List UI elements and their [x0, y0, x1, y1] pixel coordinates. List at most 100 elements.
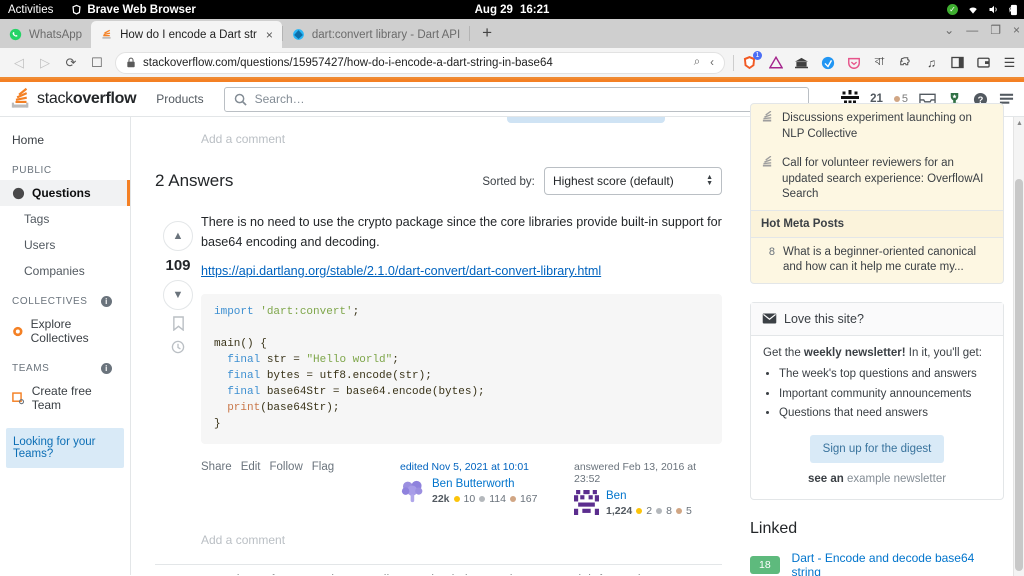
linked-title: Linked: [750, 520, 798, 538]
team-square-icon: [12, 391, 25, 404]
sidebar-item-users[interactable]: Users: [0, 232, 130, 258]
chevron-updown-icon: ▲ ▼: [706, 174, 713, 187]
answer-item-2: ▲ It requires a few steps, but encoding …: [155, 565, 740, 575]
sort-select[interactable]: Highest score (default) ▲ ▼: [544, 167, 722, 195]
maximize-button[interactable]: ❐: [990, 23, 1001, 37]
sidebar-item-companies[interactable]: Companies: [0, 258, 130, 284]
hot-network-card: Discussions experiment launching on NLP …: [750, 103, 1004, 284]
forward-button[interactable]: ▷: [32, 50, 58, 76]
address-bar[interactable]: stackoverflow.com/questions/15957427/how…: [115, 51, 725, 74]
linked-question-title[interactable]: Dart - Encode and decode base64 string: [792, 551, 1004, 576]
os-clock[interactable]: Aug 29 16:21: [475, 4, 550, 16]
answer-external-link[interactable]: https://api.dartlang.org/stable/2.1.0/da…: [201, 264, 601, 278]
sidebar-item-create-free-team[interactable]: Create free Team: [0, 378, 130, 418]
user-name[interactable]: Ben: [606, 490, 692, 504]
example-newsletter-link[interactable]: example newsletter: [847, 473, 946, 485]
tab-search-icon[interactable]: ⌄: [944, 23, 954, 37]
music-icon[interactable]: ♫: [923, 54, 940, 71]
info-icon[interactable]: i: [101, 363, 112, 374]
bookmark-icon[interactable]: [172, 316, 185, 334]
broccoli-avatar[interactable]: [400, 478, 425, 503]
shields-count-badge: 1: [753, 51, 762, 60]
user-name[interactable]: Ben Butterworth: [432, 478, 538, 492]
sidebar-item-explore-collectives[interactable]: Explore Collectives: [0, 311, 130, 351]
volume-icon: [989, 5, 997, 14]
pixel-avatar[interactable]: [574, 489, 599, 515]
page-scrollbar[interactable]: ▲ ▼: [1013, 117, 1024, 576]
answer-actions: Share Edit Follow Flag edited Nov 5, 202…: [201, 461, 722, 518]
brave-vpn-icon[interactable]: [819, 54, 836, 71]
stackoverflow-logo[interactable]: stackoverflow: [10, 87, 137, 111]
address-bar-actions: ⌕ ‹: [694, 56, 714, 69]
info-icon[interactable]: i: [101, 296, 112, 307]
share-icon[interactable]: ‹: [710, 57, 714, 69]
newsletter-bullets: The week's top questions and answers Imp…: [779, 367, 991, 422]
main-content: Add a comment 2 Answers Sorted by: Highe…: [131, 117, 740, 575]
tab-title: dart:convert library - Dart API: [311, 28, 461, 41]
search-placeholder: Search…: [254, 92, 305, 106]
bookmark-this-page-icon[interactable]: ☐: [84, 50, 110, 76]
gold-badge-dot: [636, 508, 643, 515]
new-tab-button[interactable]: +: [470, 23, 504, 45]
window-controls: ⌄ — ❐ ×: [944, 23, 1020, 37]
tab-close-icon[interactable]: ×: [266, 28, 273, 42]
add-comment-link-answer1[interactable]: Add a comment: [201, 517, 722, 556]
bangla-translate-icon[interactable]: বা: [871, 54, 888, 71]
signup-digest-button[interactable]: Sign up for the digest: [809, 435, 945, 464]
hot-meta-item[interactable]: 8 What is a beginner-oriented canonical …: [751, 238, 1003, 283]
left-sidebar: Home PUBLIC Questions Tags Users Compani…: [0, 117, 131, 575]
flag-button[interactable]: Flag: [312, 461, 334, 473]
pocket-icon[interactable]: [845, 54, 862, 71]
minimize-button[interactable]: —: [966, 23, 978, 37]
reload-button[interactable]: ⟳: [58, 50, 84, 76]
products-link[interactable]: Products: [150, 92, 209, 106]
linked-row[interactable]: 18 Dart - Encode and decode base64 strin…: [750, 551, 1004, 576]
brave-rewards-triangle-icon[interactable]: [767, 54, 784, 71]
wallet-icon[interactable]: [975, 54, 992, 71]
share-button[interactable]: Share: [201, 461, 232, 473]
close-window-button[interactable]: ×: [1013, 23, 1020, 37]
public-label: PUBLIC: [12, 165, 52, 176]
add-comment-link-top[interactable]: Add a comment: [155, 123, 740, 155]
tab-dart-convert-api[interactable]: dart:convert library - Dart API: [283, 21, 469, 48]
hot-item[interactable]: Call for volunteer reviewers for an upda…: [751, 149, 1003, 210]
action-links: Share Edit Follow Flag: [201, 461, 334, 473]
scroll-up-arrow-icon[interactable]: ▲: [1016, 120, 1023, 127]
activities-button[interactable]: Activities: [0, 4, 63, 16]
bronze-badge-dot: [893, 96, 900, 102]
active-app-indicator[interactable]: Brave Web Browser: [63, 4, 203, 16]
sidebar-icon[interactable]: [949, 54, 966, 71]
menu-hamburger-icon[interactable]: ☰: [1001, 54, 1018, 71]
answered-timestamp: answered Feb 13, 2016 at 23:52: [574, 460, 697, 485]
back-button[interactable]: ◁: [6, 50, 32, 76]
silver-badge-count: 114: [489, 493, 506, 506]
brave-shields-icon[interactable]: 1: [741, 51, 762, 71]
os-system-tray[interactable]: ✓: [947, 4, 1018, 16]
answer-text: There is no need to use the crypto packa…: [201, 215, 722, 249]
sidebar-item-home[interactable]: Home: [0, 127, 130, 153]
puzzle-extensions-icon[interactable]: [897, 54, 914, 71]
downvote-arrow-icon[interactable]: ▼: [163, 280, 193, 310]
history-clock-icon[interactable]: [171, 340, 185, 357]
upvote-arrow-icon[interactable]: ▲: [163, 221, 193, 251]
piggy-bank-icon[interactable]: [793, 54, 810, 71]
tab-stackoverflow-question[interactable]: How do I encode a Dart str ×: [91, 21, 282, 48]
hot-item[interactable]: Discussions experiment launching on NLP …: [751, 104, 1003, 149]
zoom-search-icon[interactable]: ⌕: [694, 56, 700, 69]
tab-whatsapp[interactable]: WhatsApp: [0, 21, 91, 48]
looking-for-teams-banner[interactable]: Looking for your Teams?: [6, 428, 124, 468]
edited-timestamp[interactable]: edited Nov 5, 2021 at 10:01: [400, 461, 548, 473]
sidebar-item-label: Questions: [32, 186, 91, 200]
follow-button[interactable]: Follow: [270, 461, 303, 473]
bronze-badge-count: 5: [685, 505, 692, 518]
newsletter-intro: Get the weekly newsletter! In it, you'll…: [763, 346, 982, 359]
sidebar-item-label: Explore Collectives: [30, 317, 89, 345]
sidebar-item-tags[interactable]: Tags: [0, 206, 130, 232]
search-input[interactable]: Search…: [223, 86, 809, 112]
sidebar-item-questions[interactable]: Questions: [0, 180, 130, 206]
sidebar-section-public: PUBLIC: [0, 153, 130, 180]
edit-button[interactable]: Edit: [241, 461, 261, 473]
tab-title: WhatsApp: [29, 28, 83, 41]
scrollbar-thumb[interactable]: [1015, 179, 1023, 571]
hot-meta-posts-title: Hot Meta Posts: [751, 209, 1003, 238]
